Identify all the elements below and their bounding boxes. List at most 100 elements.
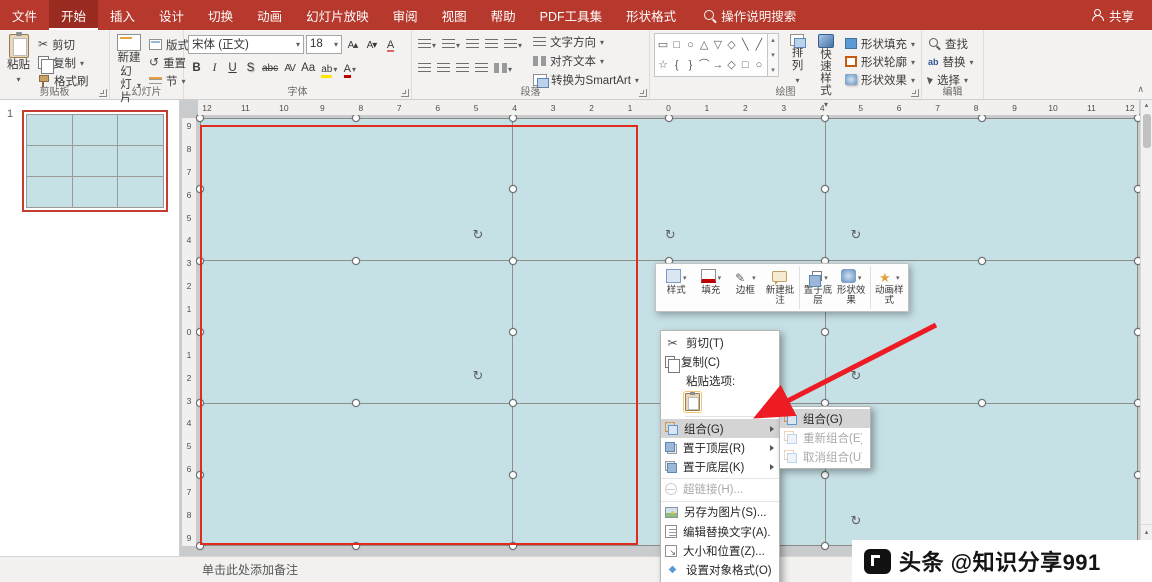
ribbon-tab[interactable]: 形状格式 xyxy=(614,0,688,30)
font-format-button[interactable]: I xyxy=(206,59,223,77)
arrange-button[interactable]: 排列 xyxy=(786,33,809,88)
scrollbar-thumb[interactable] xyxy=(1143,114,1151,148)
selection-handle[interactable] xyxy=(821,114,829,122)
selection-handle[interactable] xyxy=(821,328,829,336)
dialog-launcher-icon[interactable] xyxy=(401,89,409,97)
gallery-down-icon[interactable]: ▾ xyxy=(771,51,775,59)
ribbon-tab[interactable]: 插入 xyxy=(98,0,147,30)
font-format-button[interactable]: Aa xyxy=(299,59,317,77)
context-menu-item[interactable]: 大小和位置(Z)... xyxy=(661,541,779,560)
align-right-button[interactable] xyxy=(454,59,471,77)
context-menu-item[interactable]: 复制(C) xyxy=(661,352,779,371)
decrease-font-size-button[interactable] xyxy=(363,35,380,53)
selection-handle[interactable] xyxy=(196,114,204,122)
shape-fill-button[interactable]: 形状填充 xyxy=(843,35,917,52)
font-format-button[interactable]: B xyxy=(188,59,205,77)
shape-gallery-item[interactable]: ○ xyxy=(684,36,696,54)
paste-option-icon[interactable] xyxy=(685,393,700,411)
rotate-handle-icon[interactable] xyxy=(665,226,679,240)
mini-toolbar-button[interactable]: 形状效果 xyxy=(834,266,869,309)
format-painter-button[interactable]: 格式刷 xyxy=(36,72,91,89)
mini-toolbar-button[interactable]: 动画样式 xyxy=(870,266,905,309)
text-direction-button[interactable]: 文字方向 xyxy=(533,33,639,50)
ribbon-tab[interactable]: 设计 xyxy=(147,0,196,30)
mini-toolbar-button[interactable]: 填充 xyxy=(694,266,729,309)
shape-gallery-item[interactable]: ◇ xyxy=(726,56,738,74)
selection-handle[interactable] xyxy=(978,257,986,265)
shape-gallery-item[interactable]: ▽ xyxy=(712,36,724,54)
submenu-item[interactable]: 取消组合(U) xyxy=(780,447,870,466)
ribbon-tab[interactable]: 切换 xyxy=(196,0,245,30)
selection-handle[interactable] xyxy=(665,114,673,122)
selection-handle[interactable] xyxy=(821,185,829,193)
font-format-button[interactable]: S xyxy=(242,59,259,77)
selection-handle[interactable] xyxy=(821,471,829,479)
ribbon-tab[interactable]: PDF工具集 xyxy=(528,0,615,30)
font-format-button[interactable]: AV xyxy=(281,59,298,77)
ribbon-tab[interactable]: 审阅 xyxy=(381,0,430,30)
selection-handle[interactable] xyxy=(352,114,360,122)
align-text-button[interactable]: 对齐文本 xyxy=(533,52,639,69)
ribbon-tab[interactable]: 帮助 xyxy=(479,0,528,30)
font-format-button[interactable]: U xyxy=(224,59,241,77)
dialog-launcher-icon[interactable] xyxy=(911,89,919,97)
shape-gallery-item[interactable]: ╱ xyxy=(753,36,765,54)
cut-button[interactable]: 剪切 xyxy=(36,36,91,53)
find-button[interactable]: 查找 xyxy=(926,35,976,52)
justify-button[interactable] xyxy=(473,59,490,77)
submenu-item[interactable]: 重新组合(E) xyxy=(780,428,870,447)
tell-me-search[interactable]: 操作说明搜索 xyxy=(704,0,796,30)
shape-gallery-item[interactable]: □ xyxy=(671,36,683,54)
quick-styles-button[interactable]: 快速样式 xyxy=(812,33,840,112)
context-menu-item[interactable]: 置于底层(K) xyxy=(661,457,779,476)
shape-gallery-item[interactable]: → xyxy=(712,56,724,74)
previous-slide-button[interactable]: ▴ xyxy=(1141,524,1152,540)
selection-handle[interactable] xyxy=(978,399,986,407)
font-format-button[interactable]: abc xyxy=(260,59,280,77)
columns-button[interactable] xyxy=(492,59,514,77)
select-button[interactable]: 选择 xyxy=(926,71,976,88)
shape-outline-button[interactable]: 形状轮廓 xyxy=(843,53,917,70)
share-button[interactable]: 共享 xyxy=(1073,0,1152,30)
shape-gallery-item[interactable]: ◇ xyxy=(726,36,738,54)
context-menu-item[interactable]: 编辑替换文字(A)... xyxy=(661,522,779,541)
ribbon-tab[interactable]: 文件 xyxy=(0,0,49,30)
rotate-handle-icon[interactable] xyxy=(851,512,865,526)
collapse-ribbon-icon[interactable]: ∧ xyxy=(1137,84,1144,95)
selection-handle[interactable] xyxy=(978,114,986,122)
numbering-button[interactable] xyxy=(440,35,462,53)
convert-to-smartart-button[interactable]: 转换为SmartArt xyxy=(533,71,639,88)
slide-thumbnail[interactable] xyxy=(22,110,168,212)
shape-gallery-item[interactable]: ⌒ xyxy=(698,56,710,74)
mini-toolbar-button[interactable]: 样式 xyxy=(659,266,694,309)
line-spacing-button[interactable] xyxy=(502,35,524,53)
gallery-up-icon[interactable]: ▴ xyxy=(771,36,775,44)
align-center-button[interactable] xyxy=(435,59,452,77)
context-menu-item[interactable]: 组合(G) xyxy=(661,419,779,438)
increase-indent-button[interactable] xyxy=(483,35,500,53)
ribbon-tab[interactable]: 开始 xyxy=(49,0,98,30)
mini-toolbar-button[interactable]: 新建批注 xyxy=(763,266,798,309)
dialog-launcher-icon[interactable] xyxy=(99,89,107,97)
shape-gallery-item[interactable]: ▭ xyxy=(657,36,669,54)
vertical-scrollbar[interactable]: ▴ ▴ ▾ xyxy=(1140,100,1152,556)
shape-effects-button[interactable]: 形状效果 xyxy=(843,71,917,88)
font-size-select[interactable]: 18 xyxy=(306,35,342,54)
shape-gallery-item[interactable]: ╲ xyxy=(739,36,751,54)
shape-gallery-item[interactable]: } xyxy=(684,56,696,74)
bullets-button[interactable] xyxy=(416,35,438,53)
ribbon-tab[interactable]: 视图 xyxy=(430,0,479,30)
rotate-handle-icon[interactable] xyxy=(851,367,865,381)
ribbon-tab[interactable]: 动画 xyxy=(245,0,294,30)
replace-button[interactable]: 替换 xyxy=(926,53,976,70)
selection-handle[interactable] xyxy=(509,114,517,122)
ribbon-tab[interactable]: 幻灯片放映 xyxy=(294,0,381,30)
shape-gallery-item[interactable]: ☆ xyxy=(657,56,669,74)
shape-gallery-item[interactable]: ○ xyxy=(753,56,765,74)
text-highlight-color-button[interactable] xyxy=(319,59,339,77)
context-menu-item[interactable]: 设置对象格式(O)... xyxy=(661,560,779,579)
context-menu-item[interactable]: 剪切(T) xyxy=(661,333,779,352)
context-menu-item[interactable]: 超链接(H)... xyxy=(661,478,779,499)
gallery-more-icon[interactable]: ▾ xyxy=(771,66,775,74)
paste-button[interactable]: 粘贴 xyxy=(4,33,33,87)
